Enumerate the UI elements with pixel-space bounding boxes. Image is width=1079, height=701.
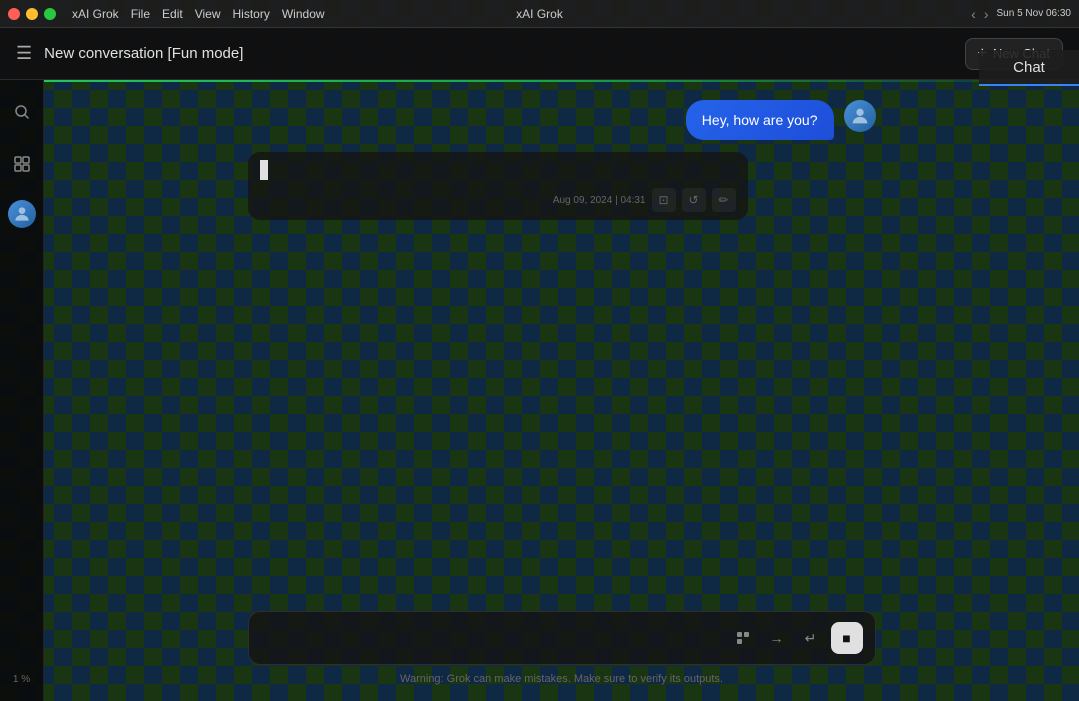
user-avatar-sidebar[interactable] <box>8 200 36 228</box>
accent-line <box>44 80 1079 82</box>
maximize-button[interactable] <box>44 8 56 20</box>
forward-button[interactable]: › <box>984 6 989 22</box>
user-message-text: Hey, how are you? <box>702 112 818 128</box>
search-sidebar-button[interactable] <box>6 96 38 128</box>
menu-file[interactable]: File <box>131 7 150 21</box>
grid-sidebar-button[interactable] <box>6 148 38 180</box>
traffic-lights <box>8 8 56 20</box>
system-icons: Sun 5 Nov 06:30 <box>997 8 1072 19</box>
usage-percent: 1 % <box>13 674 30 685</box>
app-name-menu[interactable]: xAI Grok <box>72 7 119 21</box>
app-bar: ☰ New conversation [Fun mode] + New Chat <box>0 28 1079 80</box>
chat-area: Hey, how are you? Aug 09, 2024 | 04:31 ⊡… <box>232 80 892 603</box>
return-button[interactable]: ↵ <box>797 624 825 652</box>
input-area: → ↵ ■ Warning: Grok can make mistakes. M… <box>232 603 892 701</box>
regenerate-button[interactable]: ↺ <box>682 188 706 212</box>
window-title: xAI Grok <box>516 7 563 21</box>
sidebar: 1 % <box>0 80 44 701</box>
warning-text: Warning: Grok can make mistakes. Make su… <box>248 673 876 685</box>
user-avatar-message <box>844 100 876 132</box>
minimize-button[interactable] <box>26 8 38 20</box>
ai-message: Aug 09, 2024 | 04:31 ⊡ ↺ ✏ <box>248 152 748 220</box>
arrow-button[interactable]: → <box>763 624 791 652</box>
message-timestamp: Aug 09, 2024 | 04:31 <box>553 195 646 206</box>
menu-history[interactable]: History <box>233 7 270 21</box>
edit-button[interactable]: ✏ <box>712 188 736 212</box>
app-bar-left: ☰ New conversation [Fun mode] <box>16 43 243 64</box>
send-button[interactable]: ■ <box>831 622 863 654</box>
menu-bar: xAI Grok File Edit View History Window <box>72 7 325 21</box>
main-content: Hey, how are you? Aug 09, 2024 | 04:31 ⊡… <box>44 80 1079 701</box>
titlebar-right: ‹ › Sun 5 Nov 06:30 <box>971 6 1071 22</box>
chat-panel-label: Chat <box>1013 59 1045 76</box>
user-bubble: Hey, how are you? <box>686 100 834 140</box>
message-actions: Aug 09, 2024 | 04:31 ⊡ ↺ ✏ <box>553 188 736 212</box>
ai-cursor <box>260 160 268 180</box>
menu-toggle-button[interactable]: ☰ <box>16 43 32 64</box>
user-message: Hey, how are you? <box>248 100 876 140</box>
chat-panel-tab[interactable]: Chat <box>979 50 1079 86</box>
menu-edit[interactable]: Edit <box>162 7 183 21</box>
datetime-display: Sun 5 Nov 06:30 <box>997 8 1072 19</box>
conversation-title: New conversation [Fun mode] <box>44 45 243 62</box>
input-container: → ↵ ■ <box>248 611 876 665</box>
titlebar-left: xAI Grok File Edit View History Window <box>8 7 325 21</box>
menu-window[interactable]: Window <box>282 7 325 21</box>
chat-input[interactable] <box>261 620 721 656</box>
input-tools: → ↵ ■ <box>729 622 863 654</box>
titlebar: xAI Grok File Edit View History Window x… <box>0 0 1079 28</box>
back-button[interactable]: ‹ <box>971 6 976 22</box>
copy-button[interactable]: ⊡ <box>652 188 676 212</box>
attach-button[interactable] <box>729 624 757 652</box>
close-button[interactable] <box>8 8 20 20</box>
menu-view[interactable]: View <box>195 7 221 21</box>
